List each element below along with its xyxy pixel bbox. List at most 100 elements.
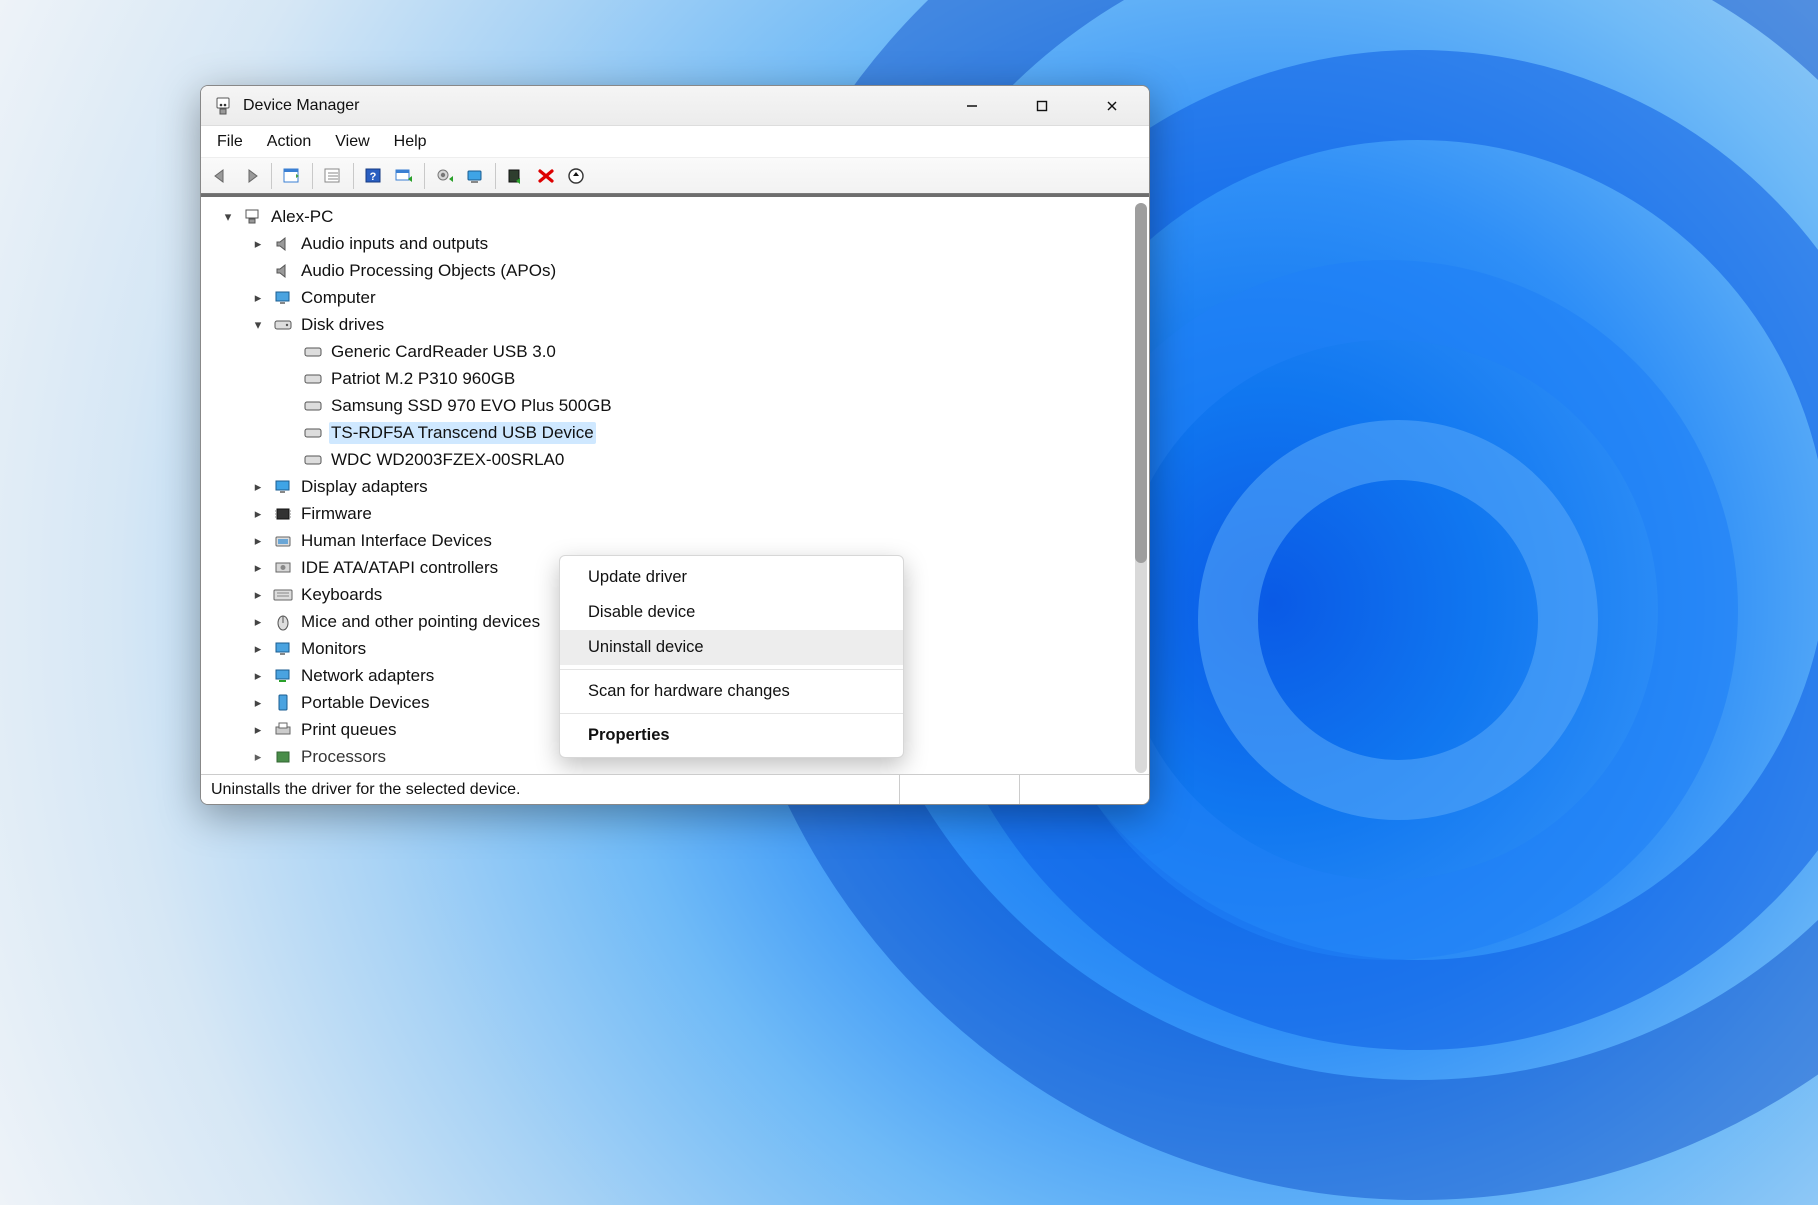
tree-category-firmware[interactable]: ▸ Firmware [207, 500, 1149, 527]
help-button[interactable]: ? [360, 162, 388, 190]
chevron-right-icon[interactable]: ▸ [249, 668, 267, 684]
tree-category-disk-drives[interactable]: ▾ Disk drives [207, 311, 1149, 338]
chevron-right-icon[interactable]: ▸ [249, 695, 267, 711]
content-area: ▾ Alex-PC ▸ Audio inputs and outputs ▸ A… [201, 194, 1149, 774]
back-button[interactable] [207, 162, 235, 190]
tree-category-computer[interactable]: ▸ Computer [207, 284, 1149, 311]
app-icon [213, 96, 233, 116]
cpu-icon [273, 748, 293, 766]
menu-help[interactable]: Help [392, 131, 429, 153]
chevron-right-icon[interactable]: ▸ [249, 533, 267, 549]
tree-item-disk[interactable]: Generic CardReader USB 3.0 [207, 338, 1149, 365]
chip-icon [273, 505, 293, 523]
forward-button[interactable] [237, 162, 265, 190]
enable-device-button[interactable] [461, 162, 489, 190]
tree-label: Monitors [299, 638, 368, 660]
menu-action[interactable]: Action [265, 131, 313, 153]
maximize-button[interactable] [1019, 90, 1065, 122]
close-button[interactable] [1089, 90, 1135, 122]
disk-icon [303, 343, 323, 361]
menu-view[interactable]: View [333, 131, 371, 153]
disk-icon [303, 397, 323, 415]
speaker-icon [273, 235, 293, 253]
statusbar: Uninstalls the driver for the selected d… [201, 774, 1149, 804]
tree-label: Firmware [299, 503, 374, 525]
uninstall-device-button[interactable] [532, 162, 560, 190]
menu-item-scan-hardware[interactable]: Scan for hardware changes [560, 674, 903, 709]
tree-category-audio-apo[interactable]: ▸ Audio Processing Objects (APOs) [207, 257, 1149, 284]
disk-icon [303, 424, 323, 442]
tree-label: Print queues [299, 719, 398, 741]
scan-hardware-button[interactable] [390, 162, 418, 190]
tree-root[interactable]: ▾ Alex-PC [207, 203, 1149, 230]
update-driver-button[interactable] [431, 162, 459, 190]
disk-icon [303, 370, 323, 388]
toolbar: ? [201, 158, 1149, 194]
tree-label: Alex-PC [269, 206, 335, 228]
portable-device-icon [273, 694, 293, 712]
disk-icon [273, 316, 293, 334]
tree-label: Samsung SSD 970 EVO Plus 500GB [329, 395, 614, 417]
tree-label: Generic CardReader USB 3.0 [329, 341, 558, 363]
svg-text:?: ? [370, 171, 377, 183]
context-menu: Update driver Disable device Uninstall d… [559, 555, 904, 758]
computer-icon [243, 208, 263, 226]
chevron-right-icon[interactable]: ▸ [249, 749, 267, 765]
chevron-right-icon[interactable]: ▸ [249, 290, 267, 306]
menu-item-uninstall-device[interactable]: Uninstall device [560, 630, 903, 665]
chevron-right-icon[interactable]: ▸ [249, 614, 267, 630]
chevron-right-icon[interactable]: ▸ [249, 506, 267, 522]
display-icon [273, 478, 293, 496]
minimize-button[interactable] [949, 90, 995, 122]
tree-label: WDC WD2003FZEX-00SRLA0 [329, 449, 566, 471]
menu-item-disable-device[interactable]: Disable device [560, 595, 903, 630]
tree-label: Network adapters [299, 665, 436, 687]
titlebar[interactable]: Device Manager [201, 86, 1149, 126]
show-hide-console-button[interactable] [278, 162, 306, 190]
tree-category-hid[interactable]: ▸ Human Interface Devices [207, 527, 1149, 554]
chevron-down-icon[interactable]: ▾ [249, 317, 267, 333]
chevron-right-icon[interactable]: ▸ [249, 479, 267, 495]
menu-separator [560, 669, 903, 670]
chevron-right-icon[interactable]: ▸ [249, 641, 267, 657]
tree-label: Processors [299, 746, 388, 768]
chevron-right-icon[interactable]: ▸ [249, 236, 267, 252]
tree-label: Audio Processing Objects (APOs) [299, 260, 558, 282]
mouse-icon [273, 613, 293, 631]
tree-category-display[interactable]: ▸ Display adapters [207, 473, 1149, 500]
properties-button[interactable] [319, 162, 347, 190]
keyboard-icon [273, 586, 293, 604]
tree-category-audio-io[interactable]: ▸ Audio inputs and outputs [207, 230, 1149, 257]
tree-label: Display adapters [299, 476, 430, 498]
disable-device-button[interactable] [502, 162, 530, 190]
menu-separator [560, 713, 903, 714]
speaker-icon [273, 262, 293, 280]
tree-label: Keyboards [299, 584, 384, 606]
tree-label: IDE ATA/ATAPI controllers [299, 557, 500, 579]
chevron-down-icon[interactable]: ▾ [219, 209, 237, 225]
printer-icon [273, 721, 293, 739]
chevron-right-icon[interactable]: ▸ [249, 722, 267, 738]
status-text: Uninstalls the driver for the selected d… [211, 781, 520, 799]
tree-label: Human Interface Devices [299, 530, 494, 552]
menu-item-properties[interactable]: Properties [560, 718, 903, 753]
menu-item-update-driver[interactable]: Update driver [560, 560, 903, 595]
chevron-right-icon[interactable]: ▸ [249, 587, 267, 603]
menu-file[interactable]: File [215, 131, 245, 153]
window-title: Device Manager [243, 97, 360, 115]
scrollbar-thumb[interactable] [1135, 203, 1147, 563]
disable-driver-button[interactable] [562, 162, 590, 190]
network-icon [273, 667, 293, 685]
tree-label: Disk drives [299, 314, 386, 336]
tree-label: Computer [299, 287, 378, 309]
tree-item-disk[interactable]: Samsung SSD 970 EVO Plus 500GB [207, 392, 1149, 419]
tree-item-disk[interactable]: Patriot M.2 P310 960GB [207, 365, 1149, 392]
monitor-icon [273, 289, 293, 307]
chevron-right-icon[interactable]: ▸ [249, 560, 267, 576]
monitor-icon [273, 640, 293, 658]
tree-item-disk-selected[interactable]: TS-RDF5A Transcend USB Device [207, 419, 1149, 446]
tree-item-disk[interactable]: WDC WD2003FZEX-00SRLA0 [207, 446, 1149, 473]
tree-label: Mice and other pointing devices [299, 611, 542, 633]
hid-icon [273, 532, 293, 550]
disk-icon [303, 451, 323, 469]
